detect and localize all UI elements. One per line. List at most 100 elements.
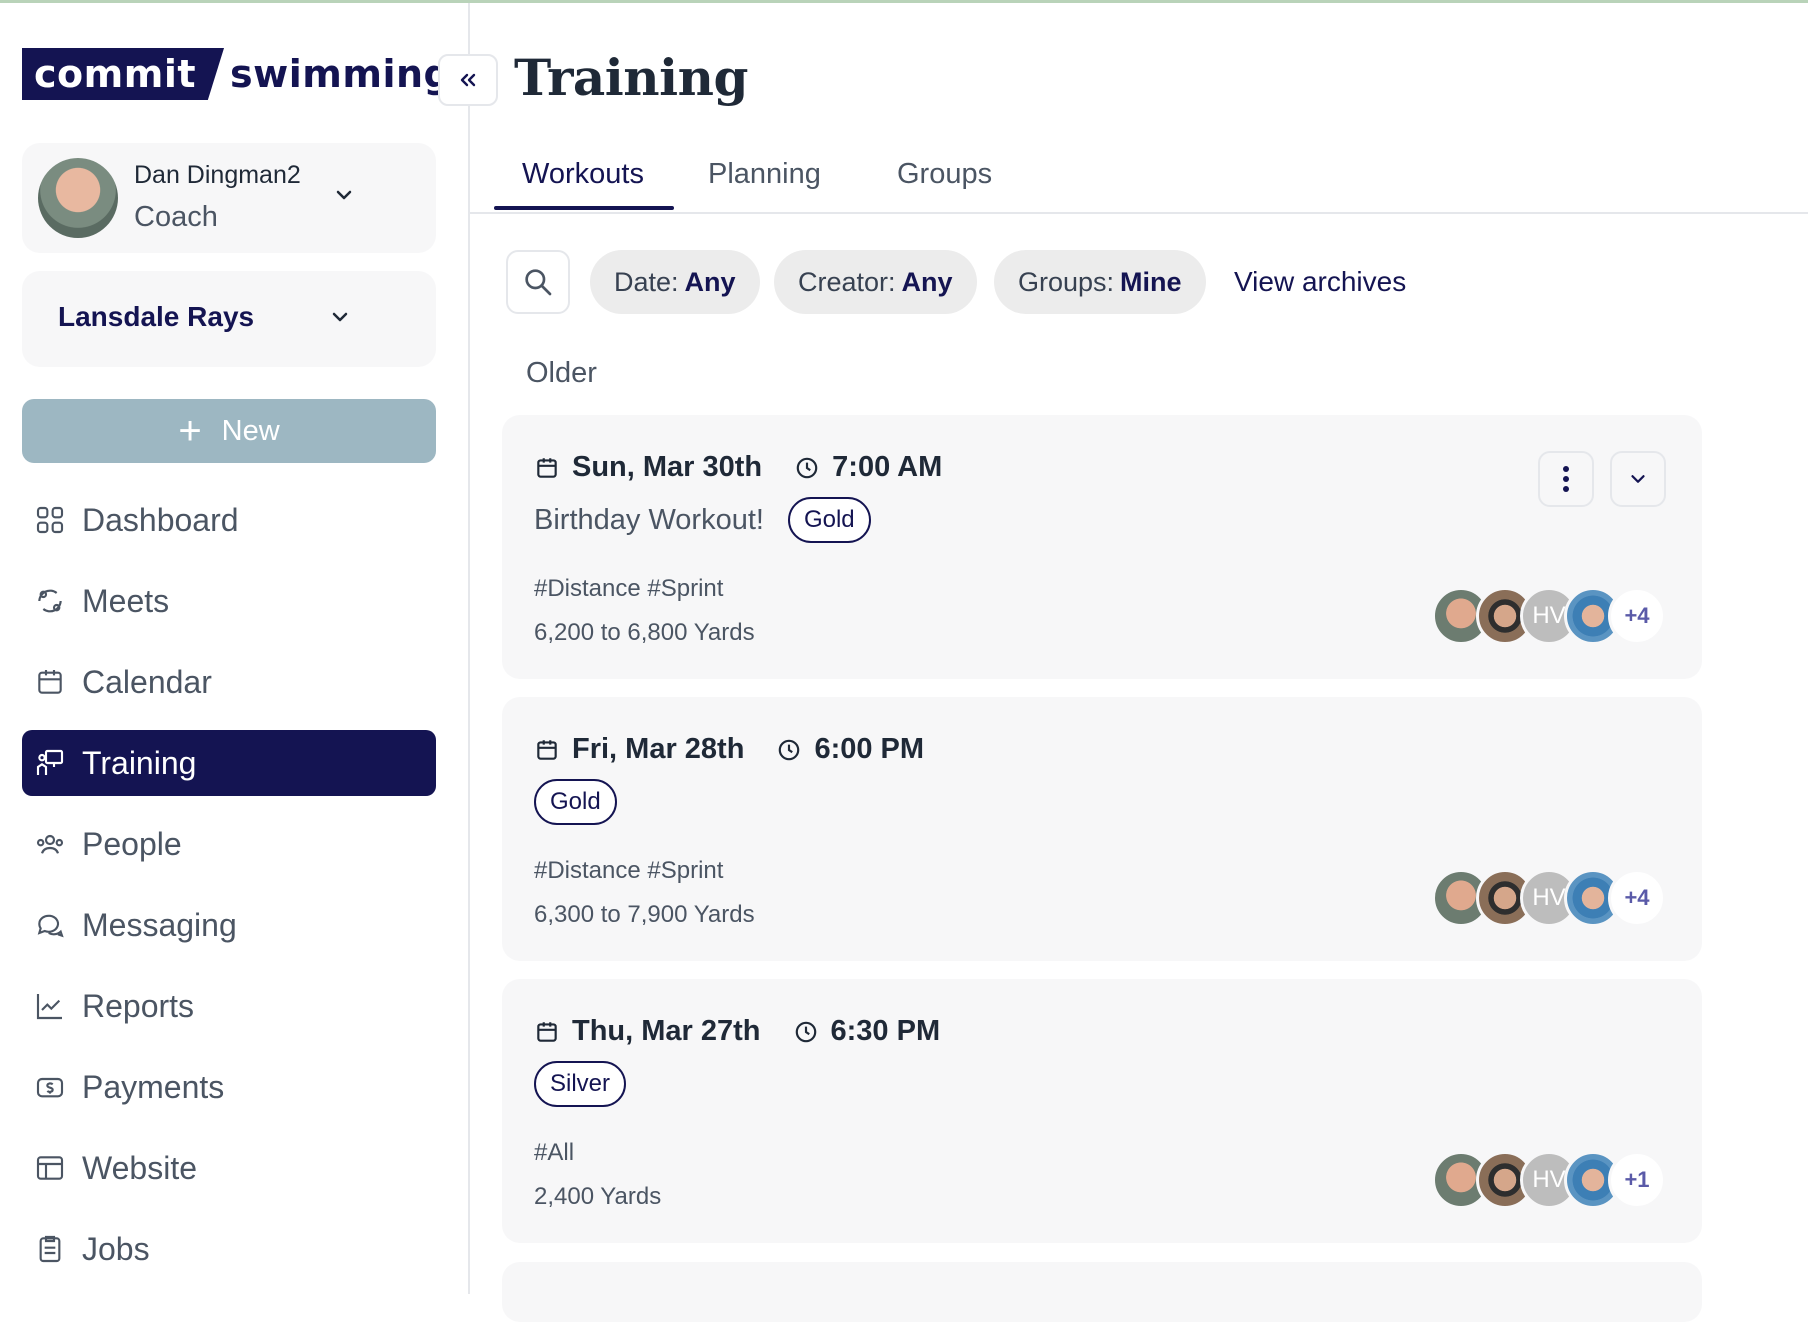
team-name: Lansdale Rays — [58, 301, 255, 332]
creator-filter[interactable]: Creator: Any — [774, 250, 977, 314]
workout-date: Fri, Mar 28th — [572, 733, 745, 765]
groups-filter[interactable]: Groups: Mine — [994, 250, 1206, 314]
user-role: Coach — [134, 201, 218, 233]
chevron-down-icon — [1631, 475, 1645, 483]
filter-value: Any — [901, 266, 953, 297]
dollar-icon — [36, 1077, 64, 1098]
more-avatars-count: +1 — [1608, 1151, 1666, 1209]
sidebar-item-label: Website — [82, 1149, 198, 1186]
sidebar-item-label: Payments — [82, 1068, 225, 1105]
sidebar-item-label: Jobs — [82, 1230, 150, 1267]
filter-label: Creator: — [798, 266, 896, 297]
clock-icon — [779, 739, 800, 760]
workout-datetime: Sun, Mar 30th 7:00 AM — [534, 451, 942, 484]
collapse-sidebar-button[interactable] — [438, 54, 498, 106]
sidebar-item-people[interactable]: People — [22, 811, 436, 877]
workout-card[interactable]: Sun, Mar 30th 7:00 AM Birthday Workout! … — [502, 415, 1702, 679]
workout-tags: #Distance #Sprint — [534, 575, 724, 602]
search-icon — [525, 269, 552, 296]
workout-time: 7:00 AM — [832, 451, 943, 483]
chat-icon — [37, 914, 64, 938]
filter-value: Mine — [1120, 266, 1182, 297]
group-badge: Gold — [534, 779, 617, 825]
search-button[interactable] — [506, 250, 570, 314]
website-icon — [36, 1156, 64, 1180]
clock-icon — [796, 457, 818, 478]
sidebar-item-reports[interactable]: Reports — [22, 973, 436, 1039]
plus-icon: + — [178, 409, 202, 453]
meets-icon — [38, 589, 62, 613]
sidebar-item-label: Messaging — [82, 906, 237, 943]
sidebar-item-label: Dashboard — [82, 501, 239, 538]
assigned-coaches[interactable]: HV +4 — [1432, 587, 1666, 645]
assigned-coaches[interactable]: HV +1 — [1432, 1151, 1666, 1209]
view-archives-link[interactable]: View archives — [1234, 266, 1406, 298]
workout-title-row: Gold — [534, 779, 617, 825]
page-title: Training — [514, 48, 748, 107]
more-avatars-count: +4 — [1608, 587, 1666, 645]
sidebar-item-dashboard[interactable]: Dashboard — [22, 487, 436, 553]
workout-card[interactable]: Thu, Mar 27th 6:30 PM Silver #All 2,400 … — [502, 979, 1702, 1243]
logo[interactable]: commit swimming — [22, 47, 451, 101]
workout-date: Thu, Mar 27th — [572, 1015, 761, 1047]
expand-button[interactable] — [1610, 451, 1666, 507]
workout-time-group: 6:30 PM — [793, 1015, 941, 1048]
workout-datetime: Thu, Mar 27th 6:30 PM — [534, 1015, 940, 1048]
training-icon — [36, 749, 64, 775]
calendar-icon — [537, 739, 557, 760]
sidebar-item-label: Reports — [82, 987, 195, 1024]
double-chevron-left-icon — [460, 73, 476, 87]
tab-planning[interactable]: Planning — [708, 158, 821, 191]
sidebar-item-label: Calendar — [82, 663, 212, 700]
section-label-older: Older — [526, 357, 597, 389]
assigned-coaches[interactable]: HV +4 — [1432, 869, 1666, 927]
workout-yardage: 2,400 Yards — [534, 1183, 662, 1210]
clock-icon — [795, 1021, 816, 1042]
kebab-menu-icon — [1563, 464, 1569, 494]
calendar-icon — [537, 457, 557, 478]
logo-commit: commit — [22, 48, 225, 100]
sidebar-item-meets[interactable]: Meets — [22, 568, 436, 634]
workout-tags: #All — [534, 1139, 575, 1166]
sidebar-item-messaging[interactable]: Messaging — [22, 892, 436, 958]
sidebar-item-training[interactable]: Training — [22, 730, 436, 796]
sidebar-item-calendar[interactable]: Calendar — [22, 649, 436, 715]
workout-card[interactable] — [502, 1262, 1702, 1322]
more-options-button[interactable] — [1538, 451, 1594, 507]
user-switcher[interactable]: Dan Dingman2 Coach — [22, 143, 436, 253]
workout-date: Sun, Mar 30th — [572, 451, 763, 483]
calendar-icon — [537, 1021, 557, 1042]
workout-name: Birthday Workout! — [534, 503, 764, 536]
calendar-icon — [38, 670, 62, 694]
tab-groups[interactable]: Groups — [897, 158, 992, 191]
sidebar-item-jobs[interactable]: Jobs — [22, 1216, 436, 1282]
new-button[interactable]: + New — [22, 399, 436, 463]
workout-card[interactable]: Fri, Mar 28th 6:00 PM Gold #Distance #Sp… — [502, 697, 1702, 961]
jobs-icon — [39, 1235, 61, 1263]
workout-time-group: 7:00 AM — [794, 451, 942, 484]
sidebar-item-payments[interactable]: Payments — [22, 1054, 436, 1120]
team-switcher[interactable]: Lansdale Rays — [22, 271, 436, 367]
active-tab-indicator — [494, 206, 674, 210]
sidebar: commit swimming Dan Dingman2 Coach Lansd… — [0, 3, 470, 1294]
workout-time: 6:30 PM — [830, 1015, 941, 1047]
logo-swimming: swimming — [230, 52, 452, 96]
sidebar-item-label: Training — [82, 744, 197, 781]
workout-title-row: Birthday Workout! Gold — [534, 497, 871, 543]
filter-label: Date: — [614, 266, 679, 297]
chevron-down-icon — [336, 190, 352, 200]
tab-bar: Workouts Planning Groups — [470, 150, 1808, 214]
workout-tags: #Distance #Sprint — [534, 857, 724, 884]
avatar — [38, 158, 118, 238]
sidebar-nav: Dashboard Meets Calendar Training People… — [22, 487, 436, 1297]
workout-time: 6:00 PM — [814, 733, 925, 765]
sidebar-item-label: People — [82, 825, 182, 862]
workout-yardage: 6,300 to 7,900 Yards — [534, 901, 755, 928]
workout-yardage: 6,200 to 6,800 Yards — [534, 619, 755, 646]
date-filter[interactable]: Date: Any — [590, 250, 760, 314]
workout-datetime: Fri, Mar 28th 6:00 PM — [534, 733, 924, 766]
tab-workouts[interactable]: Workouts — [522, 158, 644, 191]
group-badge: Silver — [534, 1061, 627, 1107]
group-badge: Gold — [787, 497, 871, 543]
sidebar-item-website[interactable]: Website — [22, 1135, 436, 1201]
